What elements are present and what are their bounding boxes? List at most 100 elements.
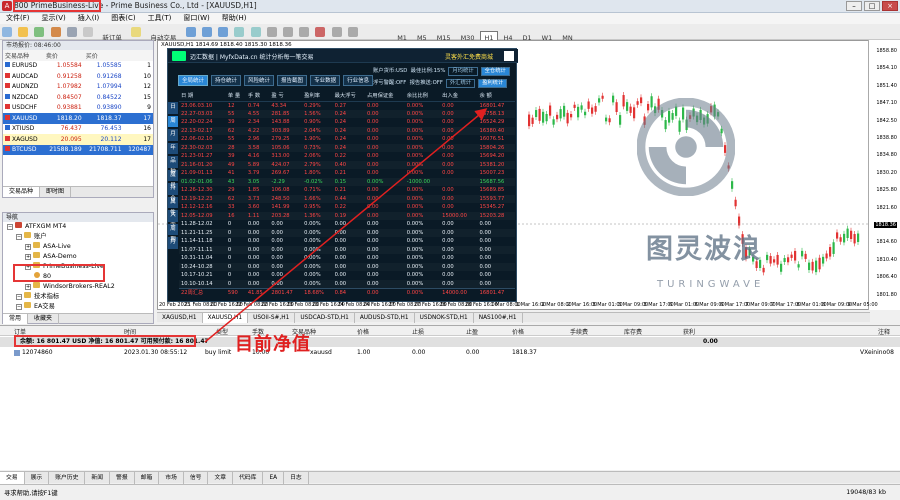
terminal-tab-0[interactable]: 交易 [0,472,25,484]
terminal-tab-9[interactable]: 代码库 [233,472,264,484]
profiles-icon[interactable] [18,27,29,37]
terminal-col-11[interactable]: 获利 [683,327,695,336]
zoom-out-icon[interactable] [250,27,261,37]
stats-row[interactable]: 11.14-11.18 0 0.00 0.00 0.00% 0.00 0.00 0.00% 0.… [179,237,515,246]
stats-row[interactable]: 12.26-12.30 29 1.85 106.08 0.71% 0.21 0.00 0.00… [179,186,515,195]
line-chart-icon[interactable] [218,27,229,37]
zoom-in-icon[interactable] [234,27,245,37]
market-row-xtiusd[interactable]: XTIUSD 76.437 76.453 16 [3,124,153,135]
market-row-audcad[interactable]: AUDCAD 0.91258 0.91268 10 [3,71,153,82]
overlay-side-tab-1[interactable]: 周 [168,115,178,127]
nav-item-1[interactable]: − 账户 [3,232,153,242]
nav-item-0[interactable]: − ATFXGM MT4 [3,222,153,232]
menu-item-3[interactable]: 图表(C) [105,13,141,24]
terminal-tab-1[interactable]: 展示 [25,472,50,484]
stats-row[interactable]: 22.13-02.17 62 4.22 303.89 2.04% 0.24 0.00 0.00… [179,127,515,136]
menu-item-2[interactable]: 插入(I) [72,13,106,24]
nav-tab-1[interactable]: 收藏夹 [28,314,60,324]
stats-row[interactable]: 12.05-12.09 16 1.11 203.28 1.36% 0.19 0.00 0.00… [179,212,515,221]
nav-item-3[interactable]: + ASA-Demo [3,252,153,262]
overlay-side-tab-0[interactable]: 日 [168,102,178,114]
terminal-tab-5[interactable]: 邮箱 [135,472,160,484]
overlay-side-tab-10[interactable]: 月 [168,237,178,249]
stats-row[interactable]: 10.31-11.04 0 0.00 0.00 0.00% 0.00 0.00 0.00% 0.… [179,254,515,263]
chip-forex[interactable]: 外汇统计 [445,79,476,88]
overlay-side-tab-9[interactable]: 周期 [168,223,178,243]
stats-row[interactable]: 22.30-02.03 28 3.58 105.06 0.73% 0.24 0.00 0.00… [179,144,515,153]
market-row-btcusd[interactable]: BTCUSD 21588.189 21708.711 120487 [3,144,153,155]
expand-icon[interactable]: + [25,254,31,260]
terminal-tab-3[interactable]: 新闻 [85,472,111,484]
close-button[interactable]: × [882,1,898,11]
expand-icon[interactable]: + [25,244,31,250]
expand-icon[interactable]: − [7,224,13,230]
overlay-promo-link[interactable]: 灵客外汇免费商城 [445,52,493,61]
overlay-side-tab-7[interactable]: 属性 [168,196,178,216]
overlay-side-tab-5[interactable]: 魔号 [168,169,178,189]
nav-item-8[interactable]: − EA交易 [3,302,153,312]
menu-item-4[interactable]: 工具(T) [142,13,178,24]
mw-col-0[interactable]: 交易品种 [3,50,44,61]
mw-tab-0[interactable]: 交易品种 [3,187,41,197]
stats-row[interactable]: 01.02-01.06 43 3.05 -2.29 -0.02% 0.15 0.00% -10… [179,178,515,187]
stats-row[interactable]: 21.23-01.27 39 4.16 313.00 2.06% 0.22 0.00 0.00… [179,152,515,161]
terminal-tab-10[interactable]: EA [263,472,285,484]
candle-chart-icon[interactable] [201,27,212,37]
periods-icon[interactable] [331,27,342,37]
terminal-col-9[interactable]: 手续费 [570,327,588,336]
menu-item-5[interactable]: 窗口(W) [177,13,215,24]
chart-tab-3[interactable]: USDCAD-STD,H1 [295,313,355,323]
overlay-nav-2[interactable]: 风险统计 [244,75,275,86]
nav-item-6[interactable]: + WindsorBrokers-REAL2 [3,282,153,292]
stats-row[interactable]: 12.12-12.16 33 3.60 141.99 0.95% 0.22 0.00 0.00… [179,203,515,212]
overlay-side-tab-6[interactable]: 持仓 [168,183,178,202]
stats-row[interactable]: 10.10-10.14 0 0.00 0.00 0.00% 0.00 0.00 0.00% 0.… [179,280,515,289]
tester-icon[interactable] [83,27,94,37]
terminal-col-8[interactable]: 价格 [512,327,524,336]
order-row[interactable]: 12074860 2023.01.30 08:55:12 buy limit 1… [0,348,900,358]
stats-row[interactable]: 21.09-01.13 41 3.79 269.67 1.80% 0.21 0.00 0.00… [179,169,515,178]
nav-item-7[interactable]: − 技术指标 [3,292,153,302]
expand-icon[interactable]: − [16,234,22,240]
market-row-audnzd[interactable]: AUDNZD 1.07982 1.07994 12 [3,82,153,93]
chart-tab-1[interactable]: XAUUSD,H1 [202,313,249,323]
overlay-nav-3[interactable]: 报告截图 [277,75,308,86]
stats-row[interactable]: 23.06.03.10 12 0.74 43.34 0.29% 0.27 0.00 0.00%… [179,101,515,110]
terminal-col-6[interactable]: 止损 [412,327,424,336]
chart-tab-6[interactable]: NAS100#,H1 [474,313,523,323]
stats-row[interactable]: 10.24-10.28 0 0.00 0.00 0.00% 0.00 0.00 0.00% 0.… [179,263,515,272]
new-chart-icon[interactable] [2,27,12,37]
overlay-side-tab-4[interactable]: 品种 [168,156,178,175]
market-row-xauusd[interactable]: XAUUSD 1818.20 1818.37 17 [3,113,153,124]
mw-col-1[interactable]: 卖价 [43,50,84,61]
terminal-icon[interactable] [66,27,77,37]
nav-tab-0[interactable]: 常用 [3,314,29,324]
chart-tab-4[interactable]: AUDUSD-STD,H1 [355,313,415,323]
expand-icon[interactable]: − [16,294,22,300]
overlay-side-tab-3[interactable]: 年 [168,142,178,154]
terminal-col-2[interactable]: 类型 [216,327,228,336]
stats-row[interactable]: 21.16-01.20 49 5.89 424.07 2.79% 0.40 0.00 0.00… [179,161,515,170]
stats-row[interactable]: 11.28-12.02 0 0.00 0.00 0.00% 0.00 0.00 0.00% 0.… [179,220,515,229]
terminal-tab-8[interactable]: 文章 [208,472,234,484]
maximize-button[interactable]: □ [864,1,880,11]
overlay-side-tab-2[interactable]: 月 [168,129,178,141]
stats-row[interactable]: 22.06-02.10 55 2.96 279.25 1.90% 0.24 0.00 0.00… [179,135,515,144]
chip-profit[interactable]: 盈利统计 [478,79,508,88]
nav-item-2[interactable]: + ASA-Live [3,242,153,252]
stats-row[interactable]: 12.19-12.23 62 3.73 248.50 1.66% 0.44 0.00 0.00… [179,195,515,204]
overlay-nav-1[interactable]: 持仓统计 [211,75,242,86]
navigator-icon[interactable] [50,27,61,37]
metaeditor-icon[interactable] [131,27,142,37]
overlay-side-tab-8[interactable]: 大字 [168,210,178,229]
stats-row[interactable]: 22周汇总 590 41.85 2801.47 18.68% 0.84 0.00 0.00% 1… [179,287,515,297]
stats-row[interactable]: 22.20-02.24 39 2.34 143.88 0.90% 0.24 0.00 0.00… [179,118,515,127]
stats-row[interactable]: 11.21-11.25 0 0.00 0.00 0.00% 0.00 0.00 0.00% 0.… [179,229,515,238]
chart-tab-5[interactable]: USDNOK-STD,H1 [415,313,474,323]
terminal-col-5[interactable]: 价格 [357,327,369,336]
terminal-tab-11[interactable]: 日志 [284,472,309,484]
stats-row[interactable]: 10.17-10.21 0 0.00 0.00 0.00% 0.00 0.00 0.00% 0.… [179,271,515,280]
overlay-nav-4[interactable]: 专业数据 [310,75,341,86]
terminal-tab-7[interactable]: 信号 [184,472,209,484]
market-row-xagusd[interactable]: XAGUSD 20.095 20.112 17 [3,134,153,145]
